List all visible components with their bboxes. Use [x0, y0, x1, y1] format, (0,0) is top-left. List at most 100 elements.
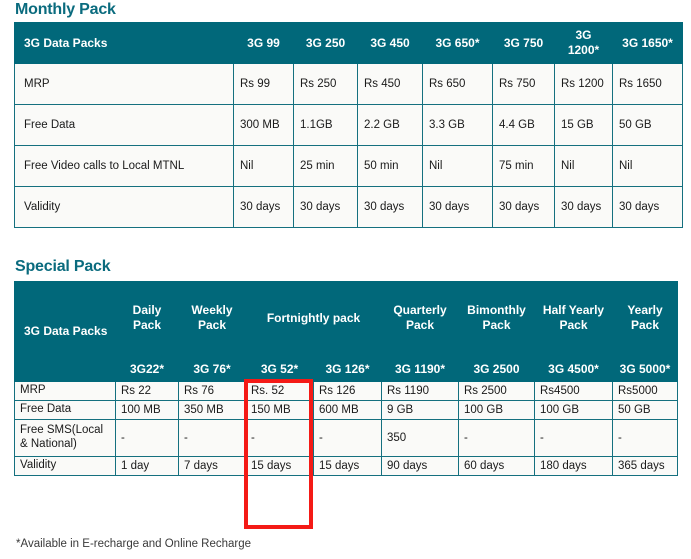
monthly-cell-1-5: 15 GB	[554, 104, 613, 146]
special-cell-2-1: -	[178, 419, 246, 457]
special-group-col-5: Half Yearly Pack	[534, 281, 613, 355]
special-cell-3-6: 180 days	[534, 456, 613, 476]
special-row-0-label: MRP	[14, 381, 116, 401]
special-group-col-4: Bimonthly Pack	[458, 281, 535, 355]
special-code-col-5: 3G 2500	[458, 354, 535, 382]
special-cell-2-7: -	[612, 419, 678, 457]
special-cell-3-5: 60 days	[458, 456, 535, 476]
monthly-cell-0-4: Rs 750	[492, 63, 555, 105]
special-row-2-label: Free SMS(Local & National)	[14, 419, 116, 457]
special-cell-1-2: 150 MB	[245, 400, 314, 420]
special-cell-1-4: 9 GB	[381, 400, 459, 420]
monthly-header-col-0: 3G 99	[233, 22, 294, 64]
monthly-header-col-4: 3G 750	[492, 22, 555, 64]
table-row: Free Video calls to Local MTNL Nil 25 mi…	[14, 145, 683, 187]
special-group-col-1: Weekly Pack	[178, 281, 246, 355]
table-row: Free Data 100 MB 350 MB 150 MB 600 MB 9 …	[14, 400, 678, 420]
special-cell-0-4: Rs 1190	[381, 381, 459, 401]
special-code-col-1: 3G 76*	[178, 354, 246, 382]
special-cell-1-1: 350 MB	[178, 400, 246, 420]
monthly-header-row-label: 3G Data Packs	[14, 22, 234, 64]
special-cell-0-1: Rs 76	[178, 381, 246, 401]
special-group-col-0: Daily Pack	[115, 281, 179, 355]
monthly-cell-1-3: 3.3 GB	[422, 104, 493, 146]
special-cell-3-7: 365 days	[612, 456, 678, 476]
footnote-text: *Available in E-recharge and Online Rech…	[16, 538, 252, 550]
monthly-row-1-label: Free Data	[14, 104, 234, 146]
special-cell-2-4: 350	[381, 419, 459, 457]
special-code-col-0: 3G22*	[115, 354, 179, 382]
special-cell-1-7: 50 GB	[612, 400, 678, 420]
monthly-cell-2-0: Nil	[233, 145, 294, 187]
monthly-pack-title: Monthly Pack	[15, 1, 116, 18]
monthly-cell-1-1: 1.1GB	[293, 104, 358, 146]
monthly-cell-2-2: 50 min	[357, 145, 423, 187]
special-cell-3-1: 7 days	[178, 456, 246, 476]
monthly-cell-0-5: Rs 1200	[554, 63, 613, 105]
special-code-col-7: 3G 5000*	[612, 354, 678, 382]
special-cell-1-3: 600 MB	[313, 400, 382, 420]
monthly-row-0-label: MRP	[14, 63, 234, 105]
monthly-row-3-label: Validity	[14, 186, 234, 228]
monthly-cell-3-6: 30 days	[612, 186, 683, 228]
monthly-cell-3-5: 30 days	[554, 186, 613, 228]
monthly-cell-3-2: 30 days	[357, 186, 423, 228]
table-row: MRP Rs 99 Rs 250 Rs 450 Rs 650 Rs 750 Rs…	[14, 63, 683, 105]
special-cell-0-3: Rs 126	[313, 381, 382, 401]
monthly-header-col-3: 3G 650*	[422, 22, 493, 64]
special-group-col-2: Fortnightly pack	[245, 281, 382, 355]
monthly-cell-2-1: 25 min	[293, 145, 358, 187]
special-cell-3-0: 1 day	[115, 456, 179, 476]
monthly-cell-2-4: 75 min	[492, 145, 555, 187]
table-row: Free Data 300 MB 1.1GB 2.2 GB 3.3 GB 4.4…	[14, 104, 683, 146]
monthly-row-2-label: Free Video calls to Local MTNL	[14, 145, 234, 187]
monthly-cell-1-0: 300 MB	[233, 104, 294, 146]
monthly-pack-table: 3G Data Packs 3G 99 3G 250 3G 450 3G 650…	[14, 22, 683, 228]
monthly-header-row: 3G Data Packs 3G 99 3G 250 3G 450 3G 650…	[14, 22, 683, 64]
monthly-cell-3-0: 30 days	[233, 186, 294, 228]
special-pack-title: Special Pack	[15, 258, 111, 275]
special-cell-0-5: Rs 2500	[458, 381, 535, 401]
special-cell-3-3: 15 days	[313, 456, 382, 476]
monthly-cell-3-3: 30 days	[422, 186, 493, 228]
monthly-header-col-1: 3G 250	[293, 22, 358, 64]
special-code-col-6: 3G 4500*	[534, 354, 613, 382]
monthly-cell-3-4: 30 days	[492, 186, 555, 228]
special-cell-3-4: 90 days	[381, 456, 459, 476]
special-row-3-label: Validity	[14, 456, 116, 476]
special-group-col-6: Yearly Pack	[612, 281, 678, 355]
special-code-col-2: 3G 52*	[245, 354, 314, 382]
special-cell-2-3: -	[313, 419, 382, 457]
special-cell-3-2: 15 days	[245, 456, 314, 476]
special-cell-2-2: -	[245, 419, 314, 457]
special-cell-0-0: Rs 22	[115, 381, 179, 401]
monthly-header-col-2: 3G 450	[357, 22, 423, 64]
monthly-cell-0-0: Rs 99	[233, 63, 294, 105]
table-row: Validity 30 days 30 days 30 days 30 days…	[14, 186, 683, 228]
special-cell-1-6: 100 GB	[534, 400, 613, 420]
special-row-1-label: Free Data	[14, 400, 116, 420]
special-cell-2-6: -	[534, 419, 613, 457]
monthly-header-col-6: 3G 1650*	[612, 22, 683, 64]
monthly-cell-1-4: 4.4 GB	[492, 104, 555, 146]
special-cell-0-7: Rs5000	[612, 381, 678, 401]
table-row: Validity 1 day 7 days 15 days 15 days 90…	[14, 456, 678, 476]
special-pack-table: 3G Data Packs Daily Pack Weekly Pack For…	[14, 281, 678, 476]
monthly-cell-1-2: 2.2 GB	[357, 104, 423, 146]
special-cell-0-6: Rs4500	[534, 381, 613, 401]
monthly-cell-0-2: Rs 450	[357, 63, 423, 105]
special-header-row-label: 3G Data Packs	[14, 281, 116, 382]
special-cell-2-5: -	[458, 419, 535, 457]
special-code-col-4: 3G 1190*	[381, 354, 459, 382]
special-code-col-3: 3G 126*	[313, 354, 382, 382]
monthly-cell-0-3: Rs 650	[422, 63, 493, 105]
special-cell-1-0: 100 MB	[115, 400, 179, 420]
special-group-col-3: Quarterly Pack	[381, 281, 459, 355]
special-cell-2-0: -	[115, 419, 179, 457]
monthly-cell-0-6: Rs 1650	[612, 63, 683, 105]
monthly-cell-0-1: Rs 250	[293, 63, 358, 105]
monthly-header-col-5: 3G 1200*	[554, 22, 613, 64]
pricing-page: Monthly Pack 3G Data Packs 3G 99 3G 250 …	[0, 0, 691, 559]
special-cell-1-5: 100 GB	[458, 400, 535, 420]
monthly-cell-2-3: Nil	[422, 145, 493, 187]
